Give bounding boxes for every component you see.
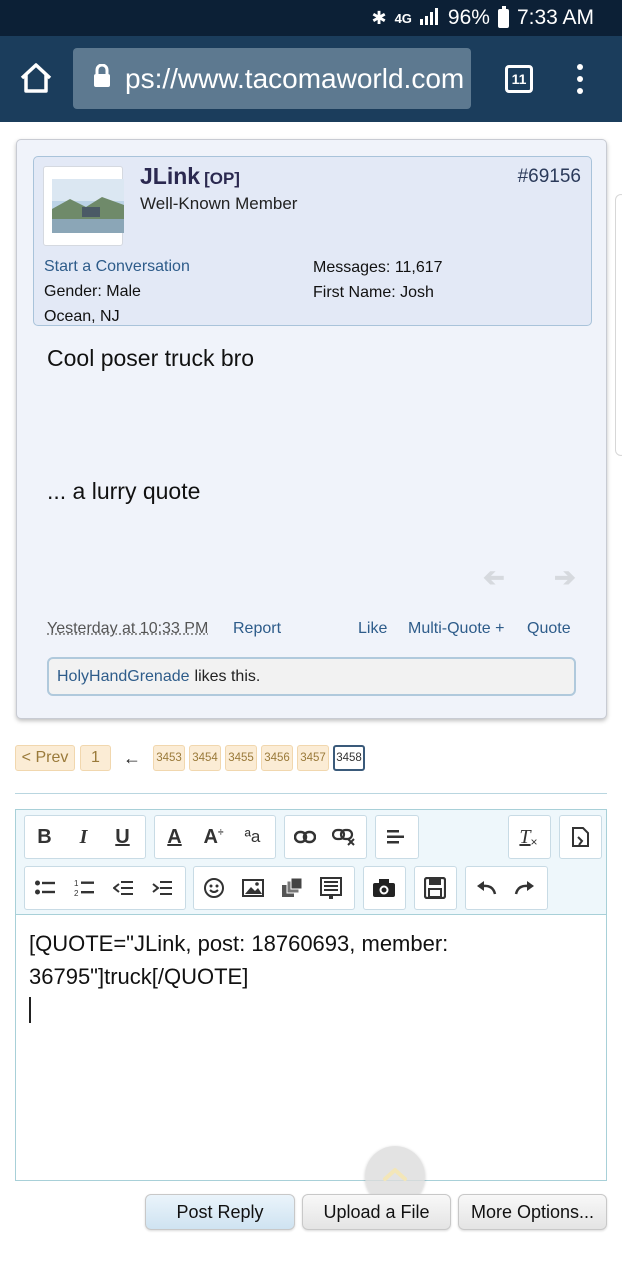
post-message-line1: Cool poser truck bro	[47, 345, 255, 371]
bluetooth-icon: ✱	[371, 7, 387, 28]
indent-icon[interactable]	[142, 867, 181, 909]
user-extra-right: Messages: 11,617 First Name: Josh	[313, 255, 443, 305]
location-info: Ocean, NJ	[44, 308, 120, 325]
page-button[interactable]: 3457	[297, 745, 329, 771]
bullet-list-icon[interactable]	[25, 867, 64, 909]
source-group	[559, 815, 602, 859]
unlink-icon[interactable]	[324, 816, 363, 858]
toggle-source-icon[interactable]	[560, 816, 599, 858]
username-text[interactable]: JLink	[140, 163, 200, 189]
editor-toolbar: B I U A A÷ ªa T × 1 2	[16, 810, 606, 915]
camera-icon[interactable]	[364, 867, 403, 909]
save-group	[414, 866, 457, 910]
browser-toolbar: ps://www.tacomaworld.com 11	[0, 36, 622, 122]
font-family-icon[interactable]: ªa	[233, 816, 272, 858]
network-type: 4G	[394, 10, 412, 26]
italic-icon[interactable]: I	[64, 816, 103, 858]
align-left-icon[interactable]	[376, 816, 415, 858]
svg-text:2: 2	[74, 889, 79, 897]
status-bar: ✱ 4G 96% 7:33 AM	[0, 0, 622, 36]
avatar[interactable]	[43, 166, 124, 246]
underline-icon[interactable]: U	[103, 816, 142, 858]
messages-count: Messages: 11,617	[313, 259, 443, 276]
url-text: ps://www.tacomaworld.com	[125, 62, 465, 94]
editor-line-2: 36795"]truck[/QUOTE]	[29, 964, 249, 989]
clock: 7:33 AM	[516, 6, 594, 29]
user-extra-left: Start a Conversation Gender: Male Ocean,…	[44, 254, 190, 329]
redo-icon[interactable]	[505, 867, 544, 909]
numbered-list-icon[interactable]: 12	[64, 867, 103, 909]
page-button[interactable]: 3456	[261, 745, 293, 771]
page-button[interactable]: 3455	[225, 745, 257, 771]
more-options-button[interactable]: More Options...	[458, 1194, 607, 1230]
scroll-edge	[615, 194, 622, 456]
user-title: Well-Known Member	[140, 194, 298, 213]
battery-percent: 96%	[447, 6, 490, 29]
divider	[15, 793, 607, 794]
bold-icon[interactable]: B	[25, 816, 64, 858]
reply-editor: B I U A A÷ ªa T × 1 2 [QUOTE="JLink, pos…	[15, 809, 607, 1181]
op-badge: [OP]	[204, 169, 240, 188]
multi-quote-link[interactable]: Multi-Quote +	[408, 620, 504, 638]
image-icon[interactable]	[233, 867, 272, 909]
home-icon[interactable]	[18, 60, 54, 96]
list-group: 12	[24, 866, 186, 910]
align-group	[375, 815, 419, 859]
quote-link[interactable]: Quote	[527, 620, 571, 638]
gender-info: Gender: Male	[44, 283, 141, 300]
editor-line-1: [QUOTE="JLink, post: 18760693, member:	[29, 931, 449, 956]
user-info-block: JLink [OP] Well-Known Member #69156 Start…	[33, 156, 592, 326]
post-timestamp[interactable]: Yesterday at 10:33 PM	[47, 620, 208, 638]
first-name-info: First Name: Josh	[313, 284, 434, 301]
post-number-link[interactable]: #69156	[518, 166, 581, 188]
page-button[interactable]: 3453	[153, 745, 185, 771]
code-block-icon[interactable]	[311, 867, 350, 909]
overflow-menu-icon[interactable]	[570, 64, 590, 94]
link-group	[284, 815, 367, 859]
arrow-right-icon[interactable]: ➔	[554, 562, 576, 593]
report-link[interactable]: Report	[233, 620, 281, 638]
smilie-icon[interactable]	[194, 867, 233, 909]
save-draft-icon[interactable]	[415, 867, 454, 909]
font-size-icon[interactable]: A÷	[194, 816, 233, 858]
like-link[interactable]: Like	[358, 620, 387, 638]
page-button[interactable]: 3454	[189, 745, 221, 771]
likes-summary: HolyHandGrenade likes this.	[47, 657, 576, 696]
text-caret	[29, 997, 31, 1023]
font-group: A A÷ ªa	[154, 815, 276, 859]
signal-icon	[419, 7, 440, 30]
jump-arrow-icon[interactable]: ←	[123, 748, 141, 769]
battery-icon	[497, 5, 509, 28]
likes-suffix: likes this.	[194, 667, 261, 685]
lock-icon	[93, 63, 111, 95]
insert-group	[193, 866, 355, 910]
url-bar[interactable]: ps://www.tacomaworld.com	[73, 48, 471, 109]
page-1-button[interactable]: 1	[80, 745, 111, 771]
arrow-left-icon[interactable]: ➔	[483, 562, 505, 593]
format-group: B I U	[24, 815, 146, 859]
editor-textarea[interactable]: [QUOTE="JLink, post: 18760693, member: 3…	[29, 927, 589, 993]
start-conversation-link[interactable]: Start a Conversation	[44, 254, 190, 279]
svg-text:1: 1	[74, 879, 79, 888]
clear-group: T ×	[508, 815, 551, 859]
history-group	[465, 866, 548, 910]
current-page: 3458	[333, 745, 365, 771]
prev-page-button[interactable]: < Prev	[15, 745, 75, 771]
chevron-up-icon	[382, 1166, 408, 1187]
link-icon[interactable]	[285, 816, 324, 858]
username[interactable]: JLink [OP]	[140, 163, 240, 190]
tab-switcher-button[interactable]: 11	[505, 65, 533, 93]
liker-link[interactable]: HolyHandGrenade	[57, 668, 190, 686]
font-color-icon[interactable]: A	[155, 816, 194, 858]
remove-format-icon[interactable]: T ×	[509, 816, 548, 858]
outdent-icon[interactable]	[103, 867, 142, 909]
post-reply-button[interactable]: Post Reply	[145, 1194, 295, 1230]
undo-icon[interactable]	[466, 867, 505, 909]
pagination: < Prev 1 ← 3453 3454 3455 3456 3457 3458	[15, 744, 369, 772]
media-icon[interactable]	[272, 867, 311, 909]
upload-file-button[interactable]: Upload a File	[302, 1194, 451, 1230]
post-message-line2: ... a lurry quote	[47, 478, 201, 504]
post-card: JLink [OP] Well-Known Member #69156 Start…	[16, 139, 607, 719]
camera-group	[363, 866, 406, 910]
